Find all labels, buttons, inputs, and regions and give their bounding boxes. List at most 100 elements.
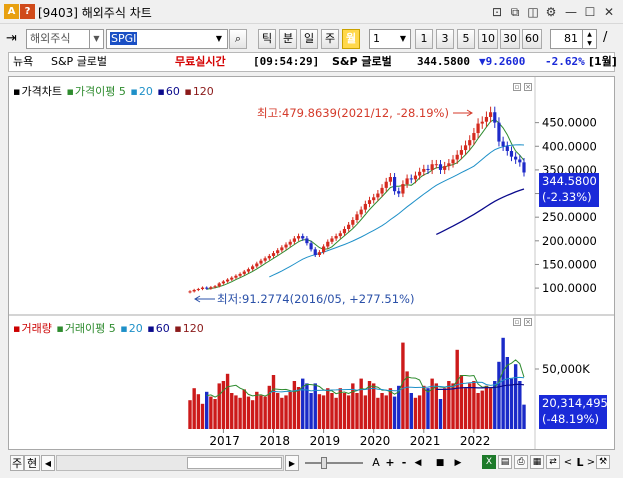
- candle-body: [301, 236, 305, 239]
- period-month-button[interactable]: 월: [342, 29, 360, 49]
- volume-bar: [509, 378, 514, 429]
- volume-bar: [338, 388, 342, 429]
- market-select[interactable]: 해외주식 ▼: [26, 29, 104, 49]
- candle-body: [259, 260, 263, 264]
- volume-bar: [434, 383, 439, 429]
- interval-5-button[interactable]: 5: [457, 29, 475, 49]
- price-current-box: 344.5800 (-2.33%): [539, 173, 599, 207]
- volume-bars: [188, 337, 526, 429]
- interval-3-button[interactable]: 3: [436, 29, 454, 49]
- scroll-right-button[interactable]: ▶: [285, 455, 299, 471]
- volume-bar: [330, 393, 334, 429]
- candle-body: [476, 123, 480, 134]
- candle-body: [372, 197, 376, 201]
- period-week-button[interactable]: 주: [321, 29, 339, 49]
- candle-body: [472, 133, 476, 141]
- interval-30-button[interactable]: 30: [500, 29, 520, 49]
- candle-body: [497, 122, 501, 142]
- chart-type-icon[interactable]: ▦: [530, 455, 544, 469]
- candle-body: [509, 151, 514, 157]
- interval-10-button[interactable]: 10: [478, 29, 498, 49]
- x-label: 2021: [410, 434, 441, 448]
- slash-label: /: [603, 30, 608, 45]
- pin-icon[interactable]: ⊡: [488, 3, 506, 21]
- candle-body: [438, 164, 443, 170]
- zoom-slider-handle[interactable]: [321, 457, 327, 469]
- title-bar: A ? [9403] 해외주식 차트 ⊡ ⧉ ◫ ⚙ — ☐ ✕: [0, 0, 623, 24]
- settings-icon[interactable]: ⚙: [542, 3, 560, 21]
- scroll-left-button[interactable]: ◀: [41, 455, 55, 471]
- excel-icon[interactable]: X: [482, 455, 496, 469]
- volume-bar: [505, 357, 509, 429]
- count-stepper[interactable]: 81 ▲ ▼: [550, 29, 597, 49]
- price-change-pct: -2.62%: [545, 55, 585, 68]
- zoom-in-button[interactable]: +: [384, 455, 396, 471]
- text-tool-button[interactable]: A: [370, 455, 382, 471]
- candle-body: [455, 154, 459, 160]
- chevron-down-icon[interactable]: ▼: [582, 39, 596, 48]
- bottom-toolbar: 주 현 ◀ ▶ A + - ◀ ■ ▶ X ▤ ⎙ ▦ ⇄ < L > ⚒: [0, 451, 623, 478]
- symbol-input[interactable]: SPGI ▼: [106, 29, 228, 49]
- candle-body: [188, 291, 192, 293]
- minimize-icon[interactable]: —: [562, 3, 580, 21]
- current-toggle-button[interactable]: 현: [24, 455, 40, 471]
- x-label: 2022: [460, 434, 491, 448]
- interval-select[interactable]: 1 ▼: [369, 29, 411, 49]
- volume-bar: [225, 373, 230, 429]
- volume-y-label: 50,000K: [542, 362, 590, 376]
- chart-area[interactable]: ▪가격차트 ▪가격이평 5 ▪20 ▪60 ▪120 ▫ × ▪거래량 ▪거래이…: [8, 76, 615, 450]
- line-tool-icon[interactable]: L: [574, 455, 586, 471]
- interval-60-button[interactable]: 60: [522, 29, 542, 49]
- interval-1-button[interactable]: 1: [415, 29, 433, 49]
- price-candles: [188, 106, 526, 294]
- horizontal-scrollbar[interactable]: [56, 455, 284, 471]
- stop-button[interactable]: ■: [434, 455, 446, 471]
- prev-button[interactable]: ◀: [412, 455, 424, 471]
- volume-bar: [275, 393, 280, 429]
- search-button[interactable]: ⌕: [229, 29, 247, 49]
- compare-icon[interactable]: ⇄: [546, 455, 560, 469]
- volume-bar: [463, 388, 468, 429]
- volume-bar: [280, 397, 284, 429]
- volume-bar: [326, 388, 330, 429]
- scrollbar-thumb[interactable]: [187, 457, 282, 469]
- chevron-left-icon[interactable]: <: [562, 455, 574, 471]
- candle-body: [489, 112, 493, 117]
- help-icon[interactable]: ?: [20, 4, 35, 19]
- chevron-right-icon[interactable]: >: [586, 455, 596, 471]
- tools-icon[interactable]: ⚒: [596, 455, 610, 469]
- price-current-value: 344.5800: [542, 174, 597, 188]
- candle-body: [205, 287, 209, 289]
- volume-bar: [192, 388, 196, 429]
- low-annotation: 최저:91.2774(2016/05, +277.51%): [217, 292, 414, 306]
- chevron-up-icon[interactable]: ▲: [582, 30, 596, 39]
- app-icon[interactable]: A: [4, 4, 19, 19]
- maximize-icon[interactable]: ☐: [581, 3, 599, 21]
- chevron-down-icon[interactable]: ▼: [211, 30, 227, 48]
- chevron-down-icon[interactable]: ▼: [396, 30, 410, 48]
- period-tick-button[interactable]: 틱: [258, 29, 276, 49]
- camera-icon[interactable]: ◫: [524, 3, 542, 21]
- weekly-toggle-button[interactable]: 주: [10, 455, 24, 471]
- zoom-out-button[interactable]: -: [398, 455, 410, 471]
- quote-time: [09:54:29]: [253, 55, 320, 68]
- volume-bar: [334, 397, 338, 429]
- volume-bar: [263, 396, 267, 429]
- link-arrow-icon[interactable]: ⇥: [6, 31, 22, 47]
- period-day-button[interactable]: 일: [300, 29, 318, 49]
- chevron-down-icon[interactable]: ▼: [89, 30, 103, 48]
- next-button[interactable]: ▶: [452, 455, 464, 471]
- candle-body: [484, 116, 489, 122]
- copy-icon[interactable]: ⧉: [506, 3, 524, 21]
- zoom-slider[interactable]: [303, 455, 365, 471]
- toolbar: ⇥ 해외주식 ▼ SPGI ▼ ⌕ 틱 분 일 주 월 1 ▼ 1 3 5 10…: [0, 25, 623, 51]
- candle-body: [401, 184, 405, 194]
- x-label: 2020: [360, 434, 391, 448]
- print-icon[interactable]: ⎙: [514, 455, 528, 469]
- close-icon[interactable]: ✕: [600, 3, 618, 21]
- chart-canvas[interactable]: 최고:479.8639(2021/12, -28.19%) 최저:91.2774…: [9, 77, 614, 449]
- save-icon[interactable]: ▤: [498, 455, 512, 469]
- candle-body: [305, 238, 309, 244]
- candle-body: [347, 224, 351, 229]
- period-minute-button[interactable]: 분: [279, 29, 297, 49]
